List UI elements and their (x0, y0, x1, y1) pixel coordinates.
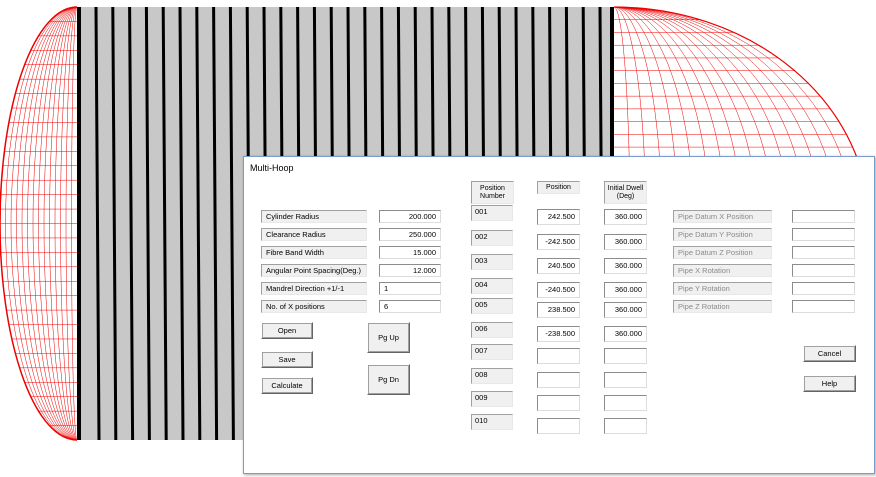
pipe-y-rotation-field[interactable] (792, 282, 855, 295)
position-number-005: 005 (471, 298, 513, 314)
fibre-band-width-label: Fibre Band Width (261, 246, 367, 259)
initial-dwell-field-009[interactable] (604, 395, 647, 411)
position-number-001: 001 (471, 205, 513, 221)
position-number-006: 006 (471, 322, 513, 338)
mandrel-direction-label: Mandrel Direction +1/-1 (261, 282, 367, 295)
angular-point-spacing-label: Angular Point Spacing(Deg.) (261, 264, 367, 277)
initial-dwell-field-001[interactable]: 360.000 (604, 209, 647, 225)
position-field-004[interactable]: -240.500 (537, 282, 580, 298)
open-button[interactable]: Open (261, 322, 313, 339)
calculate-button[interactable]: Calculate (261, 377, 313, 394)
mandrel-direction-field[interactable]: 1 (379, 282, 441, 295)
initial-dwell-field-006[interactable]: 360.000 (604, 326, 647, 342)
position-field-001[interactable]: 242.500 (537, 209, 580, 225)
cancel-button[interactable]: Cancel (803, 345, 856, 362)
pipe-z-rotation-label: Pipe Z Rotation (673, 300, 772, 313)
position-number-header: Position Number (471, 181, 514, 204)
position-number-003: 003 (471, 254, 513, 270)
initial-dwell-field-010[interactable] (604, 418, 647, 434)
clearance-radius-field[interactable]: 250.000 (379, 228, 441, 241)
pipe-datum-z-label: Pipe Datum Z Position (673, 246, 772, 259)
initial-dwell-field-002[interactable]: 360.000 (604, 234, 647, 250)
position-field-009[interactable] (537, 395, 580, 411)
position-field-007[interactable] (537, 348, 580, 364)
pipe-z-rotation-field[interactable] (792, 300, 855, 313)
clearance-radius-label: Clearance Radius (261, 228, 367, 241)
cylinder-radius-label: Cylinder Radius (261, 210, 367, 223)
x-positions-count-field[interactable]: 6 (379, 300, 441, 313)
initial-dwell-field-004[interactable]: 360.000 (604, 282, 647, 298)
page-down-button[interactable]: Pg Dn (367, 364, 410, 395)
pipe-datum-z-field[interactable] (792, 246, 855, 259)
pipe-x-rotation-label: Pipe X Rotation (673, 264, 772, 277)
position-field-010[interactable] (537, 418, 580, 434)
position-number-004: 004 (471, 278, 513, 294)
position-field-008[interactable] (537, 372, 580, 388)
pipe-datum-x-label: Pipe Datum X Position (673, 210, 772, 223)
position-field-002[interactable]: -242.500 (537, 234, 580, 250)
help-button[interactable]: Help (803, 375, 856, 392)
position-field-003[interactable]: 240.500 (537, 258, 580, 274)
position-field-005[interactable]: 238.500 (537, 302, 580, 318)
initial-dwell-field-005[interactable]: 360.000 (604, 302, 647, 318)
pipe-datum-x-field[interactable] (792, 210, 855, 223)
position-number-002: 002 (471, 230, 513, 246)
save-button[interactable]: Save (261, 351, 313, 368)
angular-point-spacing-field[interactable]: 12.000 (379, 264, 441, 277)
position-number-010: 010 (471, 414, 513, 430)
page-up-button[interactable]: Pg Up (367, 322, 410, 353)
initial-dwell-field-008[interactable] (604, 372, 647, 388)
position-header: Position (537, 181, 580, 194)
multi-hoop-dialog: Multi-Hoop Cylinder Radius 200.000 Clear… (243, 156, 875, 474)
x-positions-count-label: No. of X positions (261, 300, 367, 313)
initial-dwell-field-007[interactable] (604, 348, 647, 364)
pipe-y-rotation-label: Pipe Y Rotation (673, 282, 772, 295)
initial-dwell-field-003[interactable]: 360.000 (604, 258, 647, 274)
pipe-datum-y-label: Pipe Datum Y Position (673, 228, 772, 241)
position-number-009: 009 (471, 391, 513, 407)
position-number-007: 007 (471, 344, 513, 360)
dialog-content: Cylinder Radius 200.000 Clearance Radius… (244, 157, 874, 473)
pipe-datum-y-field[interactable] (792, 228, 855, 241)
initial-dwell-header: Initial Dwell (Deg) (604, 181, 647, 204)
fibre-band-width-field[interactable]: 15.000 (379, 246, 441, 259)
position-field-006[interactable]: -238.500 (537, 326, 580, 342)
position-number-008: 008 (471, 368, 513, 384)
cylinder-radius-field[interactable]: 200.000 (379, 210, 441, 223)
pipe-x-rotation-field[interactable] (792, 264, 855, 277)
